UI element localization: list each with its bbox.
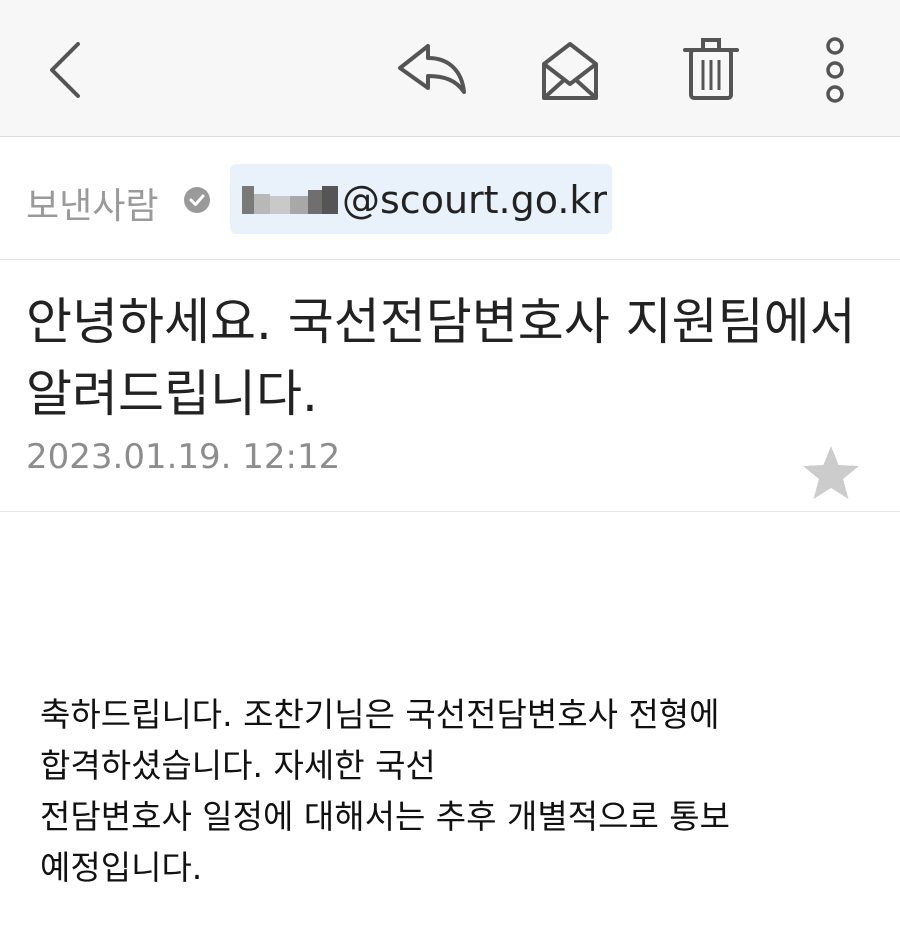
envelope-open-icon	[542, 42, 598, 100]
sender-domain: @scourt.go.kr	[342, 178, 608, 222]
mark-unread-button[interactable]	[530, 30, 610, 110]
body-line: 축하드립니다. 조찬기님은 국선전담변호사 전형에	[40, 695, 720, 734]
back-button[interactable]	[22, 30, 102, 110]
sender-label: 보낸사람	[26, 186, 159, 227]
star-icon[interactable]	[800, 444, 862, 502]
redacted-username	[242, 182, 342, 218]
header-divider	[0, 511, 900, 512]
top-toolbar	[0, 0, 900, 137]
reply-button[interactable]	[390, 30, 470, 110]
body-line: 합격하셨습니다. 자세한 국선	[40, 746, 436, 785]
body-line: 예정입니다.	[40, 848, 203, 887]
check-circle-icon	[184, 187, 210, 213]
email-body: 축하드립니다. 조찬기님은 국선전담변호사 전형에 합격하셨습니다. 자세한 국…	[40, 689, 870, 893]
sender-address-chip[interactable]: @scourt.go.kr	[230, 164, 612, 234]
sender-row: 보낸사람 @scourt.go.kr	[0, 137, 900, 260]
email-subject: 안녕하세요. 국선전담변호사 지원팀에서 알려드립니다.	[26, 293, 856, 423]
more-options-button[interactable]	[795, 30, 875, 110]
email-date: 2023.01.19. 12:12	[26, 437, 341, 477]
delete-button[interactable]	[671, 30, 751, 110]
body-line: 전담변호사 일정에 대해서는 추후 개별적으로 통보	[40, 797, 731, 836]
trash-can-icon	[683, 38, 739, 100]
reply-arrow-icon	[398, 44, 466, 94]
vertical-dots-icon	[826, 37, 844, 103]
chevron-left-icon	[50, 42, 80, 98]
